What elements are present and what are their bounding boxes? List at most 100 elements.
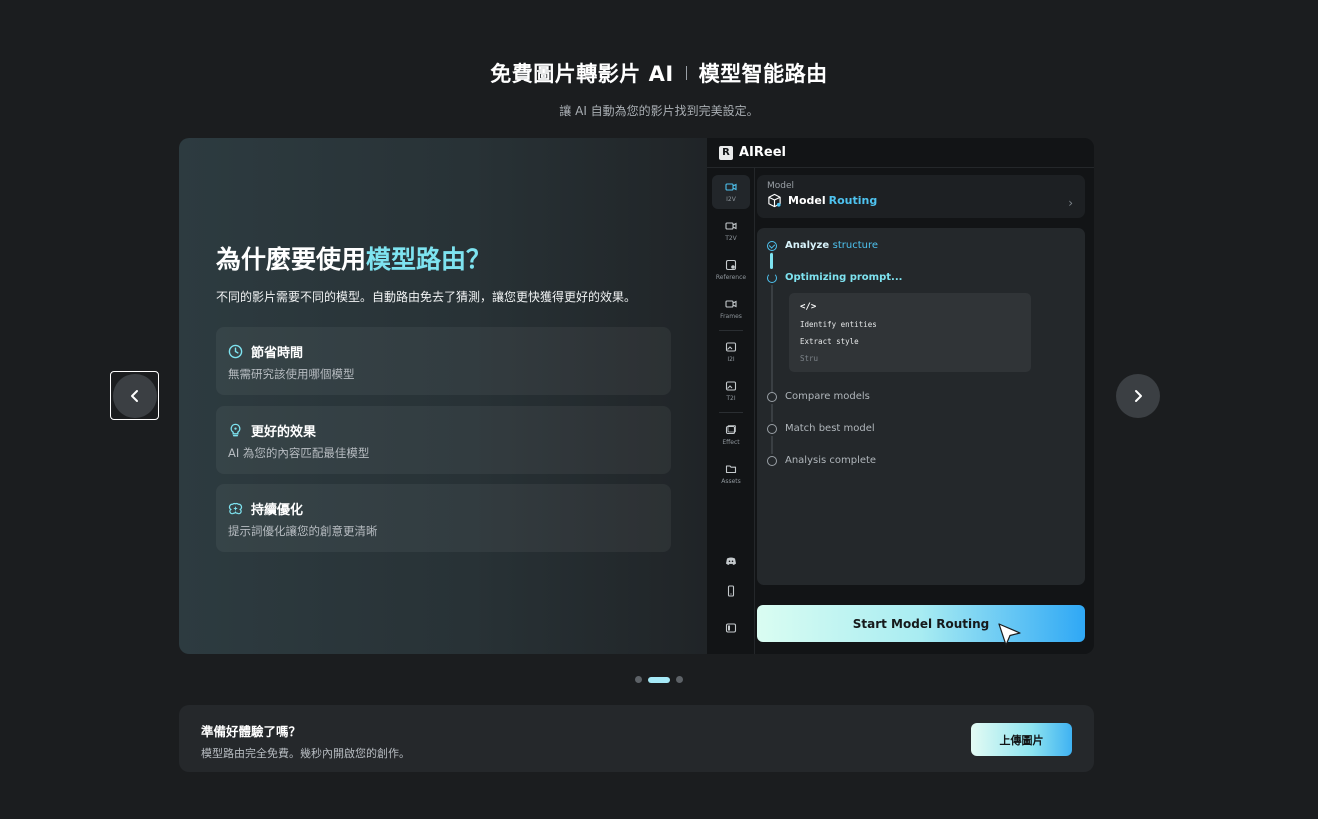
circle-icon [767, 455, 777, 466]
step-progress-bar [770, 253, 773, 269]
sidebar-item-label: Effect [722, 439, 740, 446]
step-connector [771, 285, 773, 398]
discord-icon [726, 557, 736, 565]
cube-icon [768, 193, 781, 208]
slide-info-panel: 為什麼要使用模型路由？ 不同的影片需要不同的模型。自動路由免去了猜測，讓您更快獲… [179, 138, 707, 654]
app-logo-icon: R [719, 145, 733, 160]
check-circle-icon [767, 240, 777, 251]
page-subtitle: 讓 AI 自動為您的影片找到完美設定。 [559, 104, 759, 118]
clock-icon [228, 344, 243, 359]
model-name-highlight: Routing [828, 194, 878, 207]
slide-title: 為什麼要使用模型路由？ [216, 240, 491, 276]
code-preview: </> Identify entities Extract style Stru [789, 293, 1031, 372]
chevron-left-icon [131, 390, 138, 402]
page-header: 免費圖片轉影片 AI 模型智能路由 讓 AI 自動為您的影片找到完美設定。 [0, 58, 1318, 119]
app-topbar: R AIReel [707, 138, 1094, 168]
routing-progress-panel: Analyze structure Optimizing prompt... <… [757, 228, 1085, 585]
carousel-pagination [0, 676, 1318, 683]
sidebar-toggle-icon [725, 623, 737, 633]
sidebar-item-label: Reference [715, 274, 747, 281]
pagination-dot[interactable] [635, 676, 642, 683]
lightbulb-icon [230, 423, 241, 437]
title-right: 模型智能路由 [698, 62, 828, 86]
sidebar-item-i2i[interactable]: I2I [712, 335, 750, 369]
code-icon: </> [800, 302, 817, 312]
feature-card: 持續優化 提示詞優化讓您的創意更清晰 [216, 484, 671, 552]
cta-subtitle: 模型路由完全免費。幾秒內開啟您的創作。 [201, 747, 410, 760]
collapse-sidebar-button[interactable] [712, 615, 750, 641]
feature-title: 更好的效果 [251, 425, 317, 440]
chevron-right-icon: › [1068, 196, 1073, 210]
model-name-prefix: Model [788, 194, 826, 207]
frames-icon [725, 300, 737, 308]
sidebar-item-reference[interactable]: Reference [712, 253, 750, 287]
step-label: Analyze [785, 240, 830, 251]
feature-title: 持續優化 [251, 503, 304, 518]
title-left: 免費圖片轉影片 AI [490, 62, 674, 86]
image-to-video-icon [725, 183, 737, 191]
code-line: Identify entities [800, 320, 877, 329]
feature-desc: AI 為您的內容匹配最佳模型 [228, 446, 370, 460]
code-line: Extract style [800, 337, 859, 346]
app-name: AIReel [739, 145, 786, 160]
feature-title: 節省時間 [251, 346, 304, 361]
page-title: 免費圖片轉影片 AI 模型智能路由 [0, 58, 1318, 88]
spinner-icon [767, 272, 777, 283]
step-analyze: Analyze structure [767, 240, 878, 251]
slide-title-highlight: 模型路由？ [366, 245, 492, 274]
step-connector [771, 436, 773, 454]
sidebar-item-t2i[interactable]: T2I [712, 374, 750, 408]
model-selector[interactable]: Model Model Routing › [757, 175, 1085, 218]
step-complete: Analysis complete [767, 455, 876, 466]
sparkle-brain-icon [228, 502, 243, 515]
feature-card: 節省時間 無需研究該使用哪個模型 [216, 327, 671, 395]
effect-icon [725, 425, 736, 435]
circle-icon [767, 423, 777, 434]
feature-desc: 提示詞優化讓您的創意更清晰 [228, 524, 378, 538]
app-preview: R AIReel I2V T2V Reference Frames I2I T2… [707, 138, 1094, 654]
carousel-slide: 為什麼要使用模型路由？ 不同的影片需要不同的模型。自動路由免去了猜測，讓您更快獲… [179, 138, 1094, 654]
sidebar-item-label: I2I [727, 356, 735, 363]
step-compare: Compare models [767, 391, 870, 402]
sidebar-item-assets[interactable]: Assets [712, 457, 750, 491]
sidebar-item-t2v[interactable]: T2V [712, 214, 750, 248]
sidebar-divider [719, 412, 743, 413]
step-label: Compare models [785, 391, 870, 402]
sidebar-item-label: T2V [725, 235, 737, 242]
prev-slide-button[interactable] [113, 374, 157, 418]
code-line: Stru [800, 354, 819, 363]
sidebar-item-i2v[interactable]: I2V [712, 175, 750, 209]
step-optimizing: Optimizing prompt... [767, 272, 902, 283]
pointer-cursor-icon [998, 623, 1021, 646]
title-divider [685, 66, 687, 80]
cta-title: 準備好體驗了嗎？ [201, 724, 302, 739]
sidebar-item-label: Frames [720, 313, 742, 320]
sidebar-item-label: T2I [726, 395, 736, 402]
slide-title-prefix: 為什麼要使用 [216, 245, 367, 274]
sidebar-item-label: I2V [726, 196, 736, 203]
start-model-routing-button[interactable]: Start Model Routing [757, 605, 1085, 642]
upload-image-button[interactable]: 上傳圖片 [971, 723, 1072, 756]
reference-icon [725, 259, 737, 271]
step-match: Match best model [767, 423, 875, 434]
step-label: Analysis complete [785, 455, 877, 466]
slide-description: 不同的影片需要不同的模型。自動路由免去了猜測，讓您更快獲得更好的效果。 [216, 290, 637, 304]
model-label: Model [767, 181, 795, 191]
step-label-highlight: structure [832, 240, 879, 251]
next-slide-button[interactable] [1116, 374, 1160, 418]
feature-desc: 無需研究該使用哪個模型 [228, 367, 355, 381]
chevron-right-icon [1135, 390, 1142, 402]
pagination-dot[interactable] [676, 676, 683, 683]
sidebar-item-frames[interactable]: Frames [712, 292, 750, 326]
text-to-video-icon [725, 222, 737, 230]
discord-button[interactable] [712, 548, 750, 574]
mobile-button[interactable] [712, 578, 750, 604]
image-to-image-icon [725, 342, 737, 352]
folder-icon [725, 465, 737, 474]
circle-icon [767, 391, 777, 402]
step-label: Match best model [785, 423, 875, 434]
feature-card: 更好的效果 AI 為您的內容匹配最佳模型 [216, 406, 671, 474]
pagination-dot-active[interactable] [648, 676, 670, 683]
sidebar-item-effect[interactable]: Effect [712, 418, 750, 452]
step-label: Optimizing prompt... [785, 272, 903, 283]
